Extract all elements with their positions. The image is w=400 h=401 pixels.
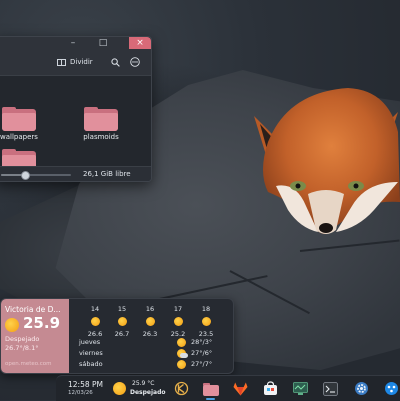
file-manager-window[interactable]: – □ × Dividir wallpapers plasmoids 26,1 … bbox=[0, 36, 152, 182]
window-titlebar[interactable]: – □ × bbox=[0, 37, 151, 49]
weather-condition: Despejado bbox=[5, 335, 40, 343]
zoom-slider-handle[interactable] bbox=[21, 170, 30, 180]
daily-forecast-row: jueves 28°/3° bbox=[79, 337, 229, 348]
day-temp: 28°/3° bbox=[191, 338, 213, 346]
sun-icon bbox=[90, 317, 100, 326]
hour-label: 15 bbox=[117, 305, 127, 313]
daily-forecast-row: sábado 27°/7° bbox=[79, 359, 229, 370]
folder-item-wallpapers[interactable]: wallpapers bbox=[0, 107, 49, 141]
free-space-label: 26,1 GiB libre bbox=[83, 170, 131, 178]
weather-location: Victoria de D... bbox=[5, 305, 61, 314]
daily-forecast-row: viernes 27°/6° bbox=[79, 348, 229, 359]
clock-date: 12/03/26 bbox=[68, 390, 93, 396]
files-icon bbox=[202, 382, 219, 396]
hourly-forecast: 17 25.2 bbox=[165, 305, 191, 338]
weather-widget[interactable]: Victoria de D... 25.9 Despejado 26.7°/8.… bbox=[0, 298, 234, 374]
day-name: jueves bbox=[79, 338, 101, 346]
sun-icon bbox=[145, 317, 155, 326]
gitlab-app-button[interactable] bbox=[232, 380, 249, 397]
folder-item-plasmoids[interactable]: plasmoids bbox=[71, 107, 131, 141]
gitlab-icon bbox=[233, 382, 248, 395]
settings-icon bbox=[355, 382, 368, 395]
hourly-forecast: 14 26.6 bbox=[82, 305, 108, 338]
sun-icon bbox=[173, 317, 183, 326]
folder-label: wallpapers bbox=[0, 133, 38, 141]
maximize-button[interactable]: □ bbox=[95, 37, 111, 49]
hour-label: 17 bbox=[173, 305, 183, 313]
hourly-forecast: 16 26.3 bbox=[137, 305, 163, 338]
search-button[interactable] bbox=[108, 55, 122, 69]
kde-icon bbox=[174, 381, 189, 396]
clock-time: 12:58 PM bbox=[68, 380, 103, 389]
weather-temperature: 25.9 bbox=[23, 314, 61, 332]
taskbar-weather-temp: 25.9 °C bbox=[132, 380, 155, 387]
settings-app-button[interactable] bbox=[353, 380, 370, 397]
store-icon bbox=[264, 381, 277, 395]
hourly-forecast: 15 26.7 bbox=[109, 305, 135, 338]
folder-icon bbox=[2, 107, 36, 131]
close-button[interactable]: × bbox=[129, 37, 151, 49]
hour-label: 18 bbox=[201, 305, 211, 313]
hour-label: 14 bbox=[90, 305, 100, 313]
split-view-icon bbox=[57, 58, 66, 66]
folder-label: plasmoids bbox=[83, 133, 119, 141]
hour-label: 16 bbox=[145, 305, 155, 313]
weather-hi-lo: 26.7°/8.1° bbox=[5, 344, 39, 352]
split-view-label: Dividir bbox=[70, 58, 93, 66]
hourly-forecast: 18 23.5 bbox=[193, 305, 219, 338]
weather-source[interactable]: open.meteo.com bbox=[5, 361, 52, 367]
menu-button[interactable] bbox=[128, 55, 142, 69]
sun-icon bbox=[177, 360, 186, 369]
file-view[interactable]: wallpapers plasmoids desktoptheme bbox=[0, 76, 151, 181]
monitor-app-button[interactable] bbox=[292, 380, 309, 397]
sun-icon bbox=[113, 382, 126, 395]
store-app-button[interactable] bbox=[262, 380, 279, 397]
files-app-button[interactable] bbox=[202, 380, 219, 400]
sun-icon bbox=[201, 317, 211, 326]
weather-current-panel: Victoria de D... 25.9 Despejado 26.7°/8.… bbox=[1, 299, 69, 373]
monitor-icon bbox=[293, 381, 308, 395]
search-icon bbox=[110, 57, 120, 67]
network-app-button[interactable] bbox=[383, 380, 400, 397]
status-bar: 26,1 GiB libre bbox=[0, 166, 151, 181]
minimize-button[interactable]: – bbox=[65, 37, 81, 49]
sun-icon bbox=[5, 318, 19, 332]
terminal-icon bbox=[323, 381, 338, 396]
file-manager-toolbar: Dividir bbox=[0, 49, 151, 76]
sun-icon bbox=[177, 338, 186, 347]
day-temp: 27°/6° bbox=[191, 349, 213, 357]
fox-image bbox=[254, 88, 400, 234]
more-menu-icon bbox=[130, 57, 140, 67]
taskbar-weather-condition: Despejado bbox=[130, 389, 166, 396]
kde-menu-button[interactable] bbox=[173, 380, 190, 397]
day-name: viernes bbox=[79, 349, 103, 357]
partly-cloudy-icon bbox=[177, 349, 188, 358]
split-view-button[interactable]: Dividir bbox=[57, 55, 93, 69]
zoom-slider[interactable] bbox=[1, 170, 71, 180]
network-icon bbox=[385, 382, 398, 395]
terminal-app-button[interactable] bbox=[322, 380, 339, 397]
day-temp: 27°/7° bbox=[191, 360, 213, 368]
folder-icon bbox=[84, 107, 118, 131]
sun-icon bbox=[117, 317, 127, 326]
day-name: sábado bbox=[79, 360, 103, 368]
taskbar: 12:58 PM 12/03/26 25.9 °C Despejado bbox=[56, 375, 400, 401]
